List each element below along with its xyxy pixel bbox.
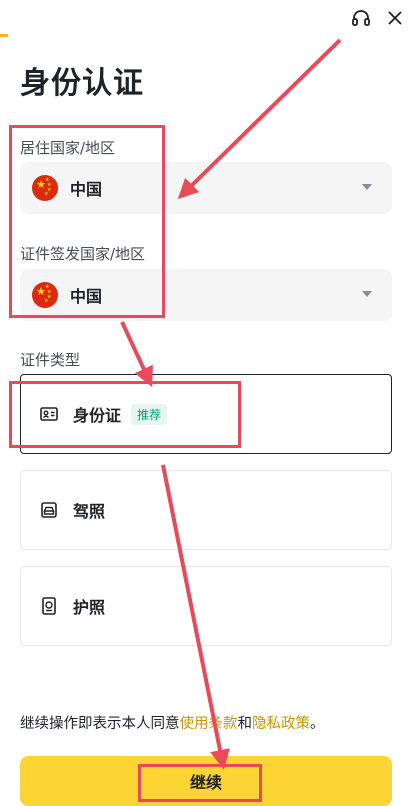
- terms-link[interactable]: 使用条款: [180, 716, 238, 732]
- doc-type-label: 证件类型: [20, 351, 81, 369]
- residence-label: 居住国家/地区: [20, 139, 116, 157]
- terms-prefix: 继续操作即表示本人同意: [20, 716, 180, 732]
- doc-option-id-card[interactable]: 身份证 推荐: [20, 374, 392, 454]
- headset-icon[interactable]: [349, 6, 373, 30]
- doc-option-driver-license[interactable]: 驾照: [20, 470, 392, 550]
- recommended-badge: 推荐: [131, 403, 168, 425]
- residence-select[interactable]: ★ ★ ★ ★ ★ 中国: [20, 162, 392, 214]
- residence-value: 中国: [70, 180, 103, 199]
- terms-suffix: 。: [310, 716, 325, 732]
- china-flag-icon: ★ ★ ★ ★ ★: [32, 282, 58, 308]
- terms-and: 和: [237, 716, 253, 732]
- chevron-down-icon: [362, 291, 372, 297]
- passport-icon: [39, 596, 59, 616]
- issuing-select[interactable]: ★ ★ ★ ★ ★ 中国: [20, 269, 392, 321]
- privacy-link[interactable]: 隐私政策: [252, 716, 310, 732]
- car-icon: [39, 500, 59, 520]
- terms-notice: 继续操作即表示本人同意使用条款和隐私政策。: [20, 712, 325, 733]
- doc-option-passport[interactable]: 护照: [20, 566, 392, 646]
- close-icon[interactable]: [383, 6, 407, 30]
- china-flag-icon: ★ ★ ★ ★ ★: [32, 175, 58, 201]
- issuing-label: 证件签发国家/地区: [20, 245, 146, 263]
- doc-option-label: 护照: [73, 598, 106, 617]
- annotation-arrow: [120, 321, 153, 388]
- doc-option-label: 驾照: [73, 502, 106, 521]
- id-card-icon: [39, 404, 59, 424]
- chevron-down-icon: [362, 184, 372, 190]
- issuing-value: 中国: [70, 287, 103, 306]
- doc-option-label: 身份证: [73, 406, 122, 425]
- progress-bar: [0, 34, 9, 37]
- continue-button[interactable]: 继续: [20, 756, 392, 806]
- page-title: 身份认证: [20, 66, 144, 101]
